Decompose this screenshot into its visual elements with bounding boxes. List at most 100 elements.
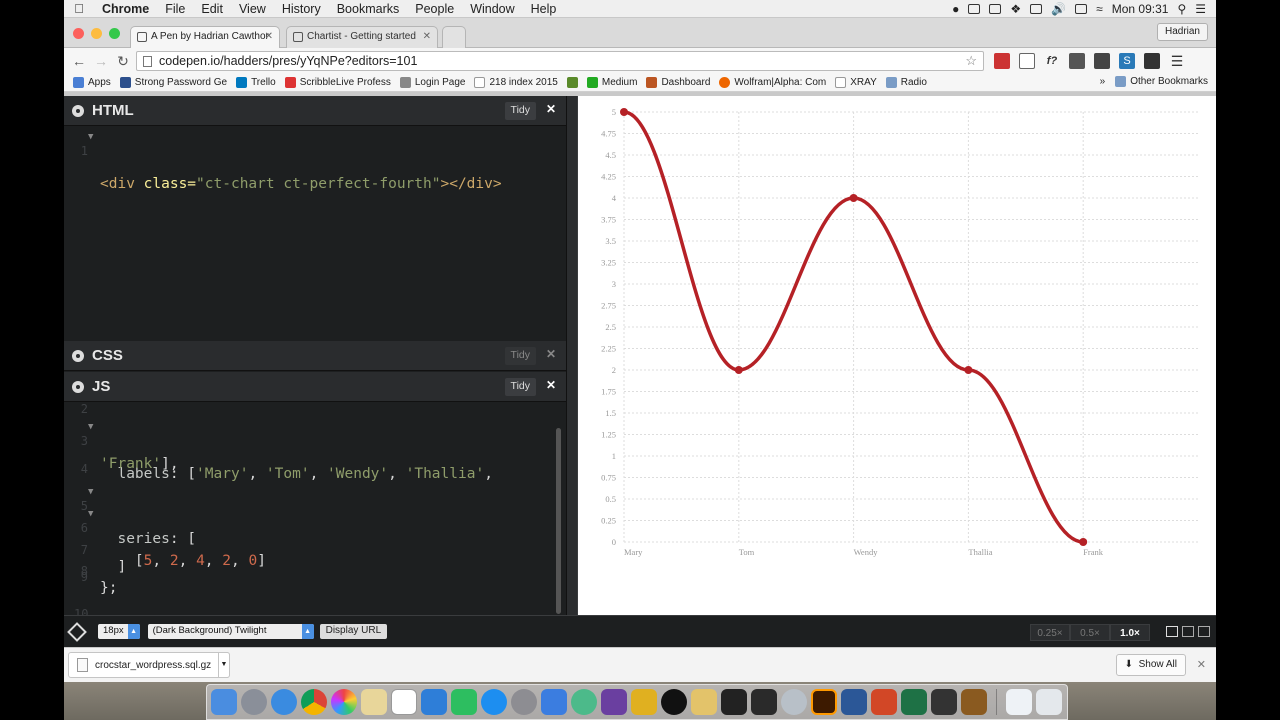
excel-icon[interactable] — [901, 689, 927, 715]
back-arrow-icon[interactable]: ← — [68, 53, 90, 69]
notification-center-icon[interactable]: ☰ — [1195, 2, 1206, 16]
app-icon[interactable] — [541, 689, 567, 715]
app-icon[interactable] — [781, 689, 807, 715]
menubar-clock[interactable]: Mon 09:31 — [1112, 2, 1169, 16]
font-size-select[interactable]: 18px ▲ — [98, 624, 140, 639]
zoom-05-button[interactable]: 0.5× — [1070, 624, 1110, 641]
word-icon[interactable] — [841, 689, 867, 715]
keynote-icon[interactable] — [421, 689, 447, 715]
tab-chartist[interactable]: Chartist - Getting started ✕ — [286, 26, 438, 48]
photos-icon[interactable] — [331, 689, 357, 715]
menu-view[interactable]: View — [231, 2, 274, 16]
address-bar[interactable]: codepen.io/hadders/pres/yYqNPe?editors=1… — [136, 51, 984, 71]
fold-arrow-icon[interactable]: ▼ — [88, 509, 93, 519]
css-tidy-button[interactable]: Tidy — [504, 347, 536, 365]
menu-history[interactable]: History — [274, 2, 329, 16]
wifi-icon[interactable]: ≈ — [1096, 2, 1103, 16]
layout-right-icon[interactable] — [1198, 626, 1210, 637]
gear-icon[interactable] — [72, 380, 84, 393]
chevron-right-icon[interactable]: » — [1100, 76, 1106, 87]
evernote-icon[interactable] — [451, 689, 477, 715]
extension-icon[interactable] — [994, 53, 1010, 69]
tab-close-icon[interactable]: ✕ — [423, 31, 431, 42]
minimize-window-button[interactable] — [91, 28, 102, 39]
numbers-icon[interactable] — [391, 689, 417, 715]
theme-select[interactable]: (Dark Background) Twilight ▲ — [147, 624, 314, 639]
js-tidy-button[interactable]: Tidy — [504, 378, 536, 396]
reload-icon[interactable]: ↻ — [112, 53, 134, 70]
bookmark-item[interactable]: Strong Password Ge — [119, 77, 227, 88]
finder-icon[interactable] — [211, 689, 237, 715]
bookmark-item[interactable]: Radio — [885, 77, 927, 88]
app-icon[interactable] — [961, 689, 987, 715]
cast-icon[interactable] — [1019, 53, 1035, 69]
fold-arrow-icon[interactable]: ▼ — [88, 132, 93, 142]
pane-resize-handle[interactable] — [566, 96, 578, 615]
menu-bookmarks[interactable]: Bookmarks — [329, 2, 408, 16]
layout-left-icon[interactable] — [1166, 626, 1178, 637]
bookmark-item[interactable] — [566, 77, 578, 88]
menu-help[interactable]: Help — [523, 2, 565, 16]
app-icon[interactable] — [631, 689, 657, 715]
extension-icon[interactable]: S — [1119, 53, 1135, 69]
chrome-menu-icon[interactable]: ☰ — [1169, 53, 1185, 69]
bookmark-star-icon[interactable]: ☆ — [965, 53, 977, 69]
menu-window[interactable]: Window — [462, 2, 522, 16]
menu-people[interactable]: People — [407, 2, 462, 16]
app-icon[interactable] — [691, 689, 717, 715]
tab-codepen[interactable]: A Pen by Hadrian Cawthor ✕ — [130, 26, 280, 48]
download-item[interactable]: crocstar_wordpress.sql.gz ▼ — [68, 652, 230, 678]
notes-icon[interactable] — [361, 689, 387, 715]
chevron-down-icon[interactable]: ▼ — [218, 652, 230, 678]
close-icon[interactable]: ✕ — [546, 378, 556, 392]
js-editor-scrollbar[interactable] — [556, 428, 561, 614]
js-code-editor[interactable]: 2 3 ▼ labels: ['Mary', 'Tom', 'Wendy', '… — [64, 402, 566, 615]
extension-icon[interactable] — [1069, 53, 1085, 69]
bookmark-item[interactable]: Wolfram|Alpha: Com — [719, 77, 826, 88]
close-icon[interactable]: ✕ — [546, 347, 556, 361]
menu-file[interactable]: File — [157, 2, 193, 16]
launchpad-icon[interactable] — [241, 689, 267, 715]
menu-edit[interactable]: Edit — [193, 2, 231, 16]
close-icon[interactable]: ✕ — [546, 102, 556, 116]
bookmark-item[interactable]: Login Page — [399, 77, 465, 88]
app-store-icon[interactable] — [481, 689, 507, 715]
spotlight-search-icon[interactable]: ⚲ — [1177, 2, 1186, 16]
app-icon[interactable] — [931, 689, 957, 715]
forward-arrow-icon[interactable]: → — [90, 53, 112, 69]
bookmark-item[interactable]: XRAY — [835, 77, 877, 88]
dropbox-icon[interactable]: ❖ — [1010, 2, 1021, 16]
atom-icon[interactable] — [571, 689, 597, 715]
layout-top-icon[interactable] — [1182, 626, 1194, 637]
bookmark-item[interactable]: 218 index 2015 — [474, 77, 558, 88]
powerpoint-icon[interactable] — [871, 689, 897, 715]
chrome-icon[interactable] — [301, 689, 327, 715]
illustrator-icon[interactable] — [811, 689, 837, 715]
menu-app-name[interactable]: Chrome — [94, 2, 157, 16]
bookmark-item[interactable]: Trello — [236, 77, 276, 88]
profile-button[interactable]: Hadrian — [1156, 23, 1208, 41]
status-icon[interactable] — [968, 3, 981, 14]
notification-bell-icon[interactable]: ● — [952, 2, 959, 16]
function-icon[interactable]: f? — [1044, 53, 1060, 69]
pocket-icon[interactable] — [1094, 53, 1110, 69]
status-icon[interactable] — [989, 3, 1002, 14]
bookmark-item[interactable]: ScribbleLive Profess — [284, 77, 391, 88]
app-icon[interactable] — [661, 689, 687, 715]
other-bookmarks[interactable]: Other Bookmarks — [1115, 76, 1208, 87]
apple-menu-icon[interactable]:  — [64, 1, 94, 16]
codepen-logo-icon[interactable] — [67, 621, 87, 642]
bookmark-item[interactable]: Medium — [586, 77, 637, 88]
fold-arrow-icon[interactable]: ▼ — [88, 422, 93, 432]
display-url-button[interactable]: Display URL — [319, 624, 388, 639]
safari-icon[interactable] — [271, 689, 297, 715]
extension-icon[interactable] — [1144, 53, 1160, 69]
fold-arrow-icon[interactable]: ▼ — [88, 487, 93, 497]
html-tidy-button[interactable]: Tidy — [504, 102, 536, 120]
show-all-downloads-button[interactable]: ⬇ Show All — [1115, 654, 1186, 676]
zoom-025-button[interactable]: 0.25× — [1030, 624, 1070, 641]
close-window-button[interactable] — [73, 28, 84, 39]
terminal-icon[interactable] — [721, 689, 747, 715]
zoom-1-button[interactable]: 1.0× — [1110, 624, 1150, 641]
status-icon[interactable] — [1030, 3, 1043, 14]
